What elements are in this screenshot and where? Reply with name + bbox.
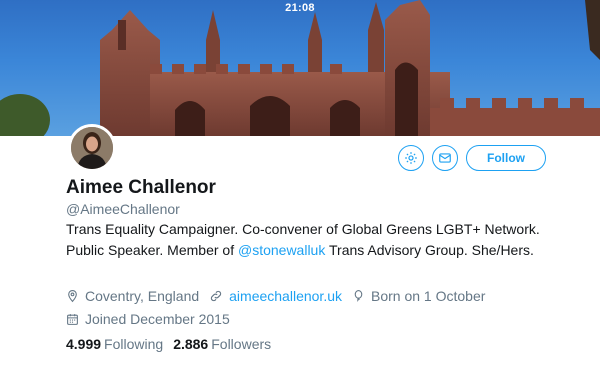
status-bar-time: 21:08 xyxy=(285,2,315,14)
link-icon xyxy=(211,290,222,302)
bio-text-end: Trans Advisory Group. She/Hers. xyxy=(325,242,534,258)
follow-button[interactable]: Follow xyxy=(466,145,546,171)
website-link[interactable]: aimeechallenor.uk xyxy=(229,288,342,304)
profile-actions: Follow xyxy=(398,145,546,171)
gear-icon xyxy=(405,152,417,164)
joined-item: Joined December 2015 xyxy=(66,311,230,327)
settings-button[interactable] xyxy=(398,145,424,171)
followers-count: 2.886 xyxy=(173,336,209,352)
calendar-icon xyxy=(67,313,78,325)
profile-handle: @AimeeChallenor xyxy=(66,201,180,217)
following-count: 4.999 xyxy=(66,336,102,352)
banner-cathedral-image xyxy=(0,0,600,136)
location-pin-icon xyxy=(68,290,77,303)
profile-joined-row: Joined December 2015 xyxy=(66,311,240,327)
followers-label: Followers xyxy=(211,336,272,352)
balloon-icon xyxy=(354,290,363,302)
following-stat[interactable]: 4.999 Following xyxy=(66,336,163,352)
followers-stat[interactable]: 2.886 Followers xyxy=(173,336,271,352)
bio-mention-link[interactable]: @stonewalluk xyxy=(238,242,325,258)
profile-stats: 4.999 Following 2.886 Followers xyxy=(66,336,271,352)
location-item: Coventry, England xyxy=(66,288,199,304)
profile-name: Aimee Challenor xyxy=(66,177,216,198)
birthday-text: Born on 1 October xyxy=(371,288,486,304)
birthday-item: Born on 1 October xyxy=(352,288,485,304)
profile-bio: Trans Equality Campaigner. Co-convener o… xyxy=(66,219,546,261)
mail-icon xyxy=(439,153,451,163)
message-button[interactable] xyxy=(432,145,458,171)
following-label: Following xyxy=(104,336,164,352)
profile-banner[interactable]: 21:08 xyxy=(0,0,600,136)
avatar-photo xyxy=(71,127,113,169)
location-text: Coventry, England xyxy=(85,288,200,304)
avatar[interactable] xyxy=(68,124,116,172)
profile-meta-row: Coventry, England aimeechallenor.uk Born… xyxy=(66,288,495,304)
website-item[interactable]: aimeechallenor.uk xyxy=(209,288,342,304)
joined-text: Joined December 2015 xyxy=(85,311,230,327)
